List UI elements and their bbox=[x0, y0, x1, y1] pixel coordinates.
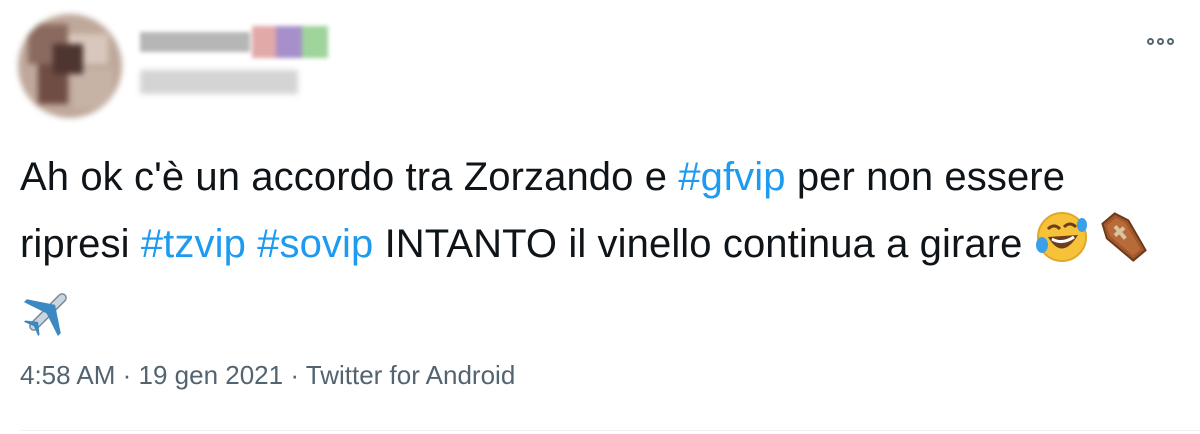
meta-separator: · bbox=[283, 360, 306, 390]
hashtag-link-tzvip[interactable]: #tzvip bbox=[141, 222, 246, 266]
author-handle[interactable] bbox=[140, 70, 298, 94]
hashtag-link-gfvip[interactable]: #gfvip bbox=[678, 155, 785, 199]
tweet-source-link[interactable]: Twitter for Android bbox=[306, 360, 516, 390]
author-name[interactable] bbox=[140, 24, 328, 60]
tweet-meta: 4:58 AM · 19 gen 2021 · Twitter for Andr… bbox=[20, 360, 515, 391]
tweet-time-link[interactable]: 4:58 AM bbox=[20, 360, 115, 390]
divider bbox=[20, 430, 1200, 431]
airplane-emoji bbox=[20, 284, 76, 359]
avatar[interactable] bbox=[18, 14, 122, 118]
hashtag-link-sovip[interactable]: #sovip bbox=[257, 222, 373, 266]
coffin-emoji bbox=[1096, 209, 1152, 284]
tweet-text-segment: INTANTO il vinello continua a girare bbox=[373, 222, 1034, 267]
tweet-text-segment: Ah ok c'è un accordo tra Zorzando e bbox=[20, 155, 679, 199]
tweet-text-segment bbox=[246, 222, 257, 266]
more-options-icon[interactable] bbox=[1142, 30, 1178, 52]
tweet-date-link[interactable]: 19 gen 2021 bbox=[139, 360, 284, 390]
tweet-text: Ah ok c'è un accordo tra Zorzando e #gfv… bbox=[20, 145, 1170, 359]
meta-separator: · bbox=[115, 360, 139, 390]
rolling-on-floor-laughing-emoji bbox=[1034, 209, 1090, 284]
